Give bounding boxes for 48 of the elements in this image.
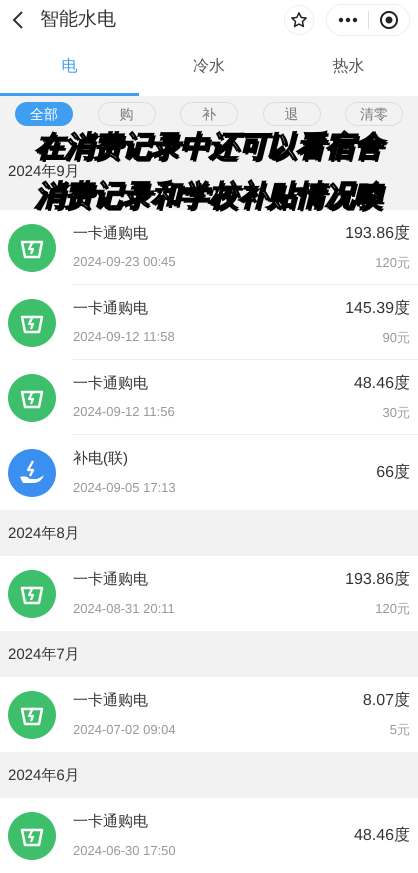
month-heading: 2024年6月 <box>8 766 80 784</box>
record-time: 2024-09-12 11:58 <box>73 328 176 346</box>
record-quantity: 66度 <box>376 462 410 482</box>
basket-bolt-icon <box>8 570 56 618</box>
filter-chip[interactable]: 清零 <box>345 102 403 126</box>
filter-chip[interactable]: 补 <box>180 102 238 126</box>
tab[interactable]: 冷水 <box>139 40 279 96</box>
basket-bolt-icon <box>8 224 56 272</box>
record-time: 2024-07-02 09:04 <box>73 720 177 738</box>
record-time: 2024-08-31 20:11 <box>73 600 176 618</box>
record-quantity: 193.86度 <box>345 224 410 244</box>
caption-text: 消费记录和学校补贴情况噢 <box>35 181 383 211</box>
hand-bolt-icon <box>8 448 56 496</box>
record-amount: 120元 <box>375 254 410 272</box>
record-quantity: 193.86度 <box>345 570 410 590</box>
basket-bolt-icon <box>8 812 56 860</box>
month-heading: 2024年8月 <box>8 524 80 542</box>
star-button[interactable] <box>284 5 314 35</box>
filter-chip[interactable]: 购 <box>98 102 156 126</box>
record-quantity: 145.39度 <box>345 298 410 319</box>
star-icon <box>290 11 308 29</box>
record-amount: 30元 <box>382 404 410 422</box>
record-title: 一卡通购电 <box>73 298 149 318</box>
basket-bolt-icon <box>8 298 56 346</box>
month-heading: 2024年9月 <box>8 162 80 180</box>
record-amount: 90元 <box>382 328 410 347</box>
record-time: 2024-09-23 00:45 <box>73 253 177 271</box>
record-quantity: 48.46度 <box>354 374 410 394</box>
month-heading: 2024年7月 <box>8 646 80 662</box>
filter-chip[interactable]: 退 <box>262 102 320 126</box>
record-time: 2024-06-30 17:50 <box>73 842 177 860</box>
filter-chip[interactable]: 全部 <box>15 102 73 126</box>
record-amount: 5元 <box>390 721 410 740</box>
record-quantity: 48.46度 <box>354 826 410 846</box>
record-title: 一卡通购电 <box>73 570 149 590</box>
record-amount: 120元 <box>375 600 410 618</box>
record-time: 2024-09-12 11:56 <box>73 403 176 421</box>
record-title: 一卡通购电 <box>73 374 149 394</box>
record-title: 一卡通购电 <box>73 224 149 244</box>
record-title: 一卡通购电 <box>73 691 149 711</box>
basket-bolt-icon <box>8 374 56 422</box>
record-time: 2024-09-05 17:13 <box>73 478 177 496</box>
record-title: 补电(联) <box>73 449 129 469</box>
record-title: 一卡通购电 <box>73 812 149 832</box>
tab[interactable]: 热水 <box>278 40 418 96</box>
basket-bolt-icon <box>8 690 56 738</box>
page-title: 智能水电 <box>40 8 117 32</box>
record-quantity: 8.07度 <box>362 690 410 712</box>
